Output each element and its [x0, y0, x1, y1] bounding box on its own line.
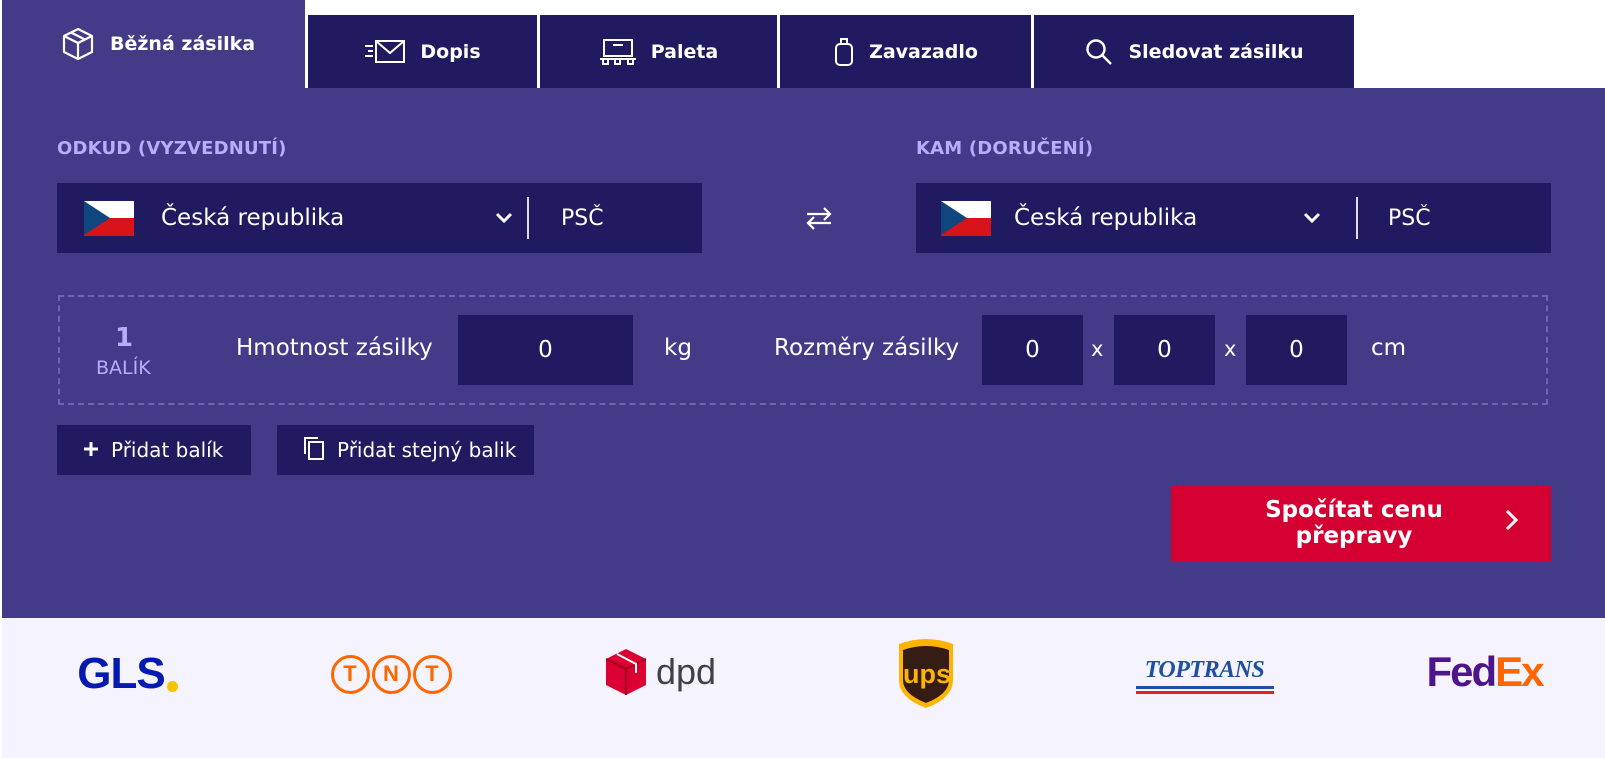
to-country-select[interactable]: Česká republika	[916, 183, 1356, 253]
from-zip-input[interactable]: PSČ	[529, 183, 702, 253]
add-package-label: Přidat balík	[111, 438, 224, 462]
tab-label: Paleta	[650, 40, 719, 63]
tnt-logo: T N T	[330, 651, 452, 697]
luggage-icon	[833, 37, 855, 67]
add-package-button[interactable]: Přidat balík	[57, 425, 251, 475]
toptrans-logo: TOPTRANS	[1132, 654, 1277, 696]
width-input[interactable]	[1114, 315, 1215, 385]
calculate-price-button[interactable]: Spočítat cenu přepravy	[1171, 485, 1551, 561]
to-zip-placeholder: PSČ	[1388, 205, 1431, 231]
divider	[1356, 197, 1358, 239]
gls-logo: GLS	[70, 646, 185, 702]
length-input[interactable]	[982, 315, 1083, 385]
dimensions-label: Rozměry zásilky	[774, 335, 960, 361]
tab-letter[interactable]: Dopis	[308, 15, 537, 88]
czech-flag-icon	[941, 200, 991, 236]
package-type: BALÍK	[96, 357, 151, 379]
carrier-logos: GLS T N T dpd ups TOPTRANS Fed Ex	[2, 618, 1605, 758]
dimension-separator: x	[1224, 337, 1237, 361]
tab-label: Běžná zásilka	[110, 33, 256, 55]
tab-pallet[interactable]: Paleta	[540, 15, 777, 88]
swap-arrows-icon	[805, 207, 833, 234]
to-location: Česká republika PSČ	[916, 183, 1551, 253]
package-number: 1	[115, 323, 134, 353]
czech-flag-icon	[84, 200, 134, 236]
dpd-logo: dpd	[600, 644, 720, 700]
weight-label: Hmotnost zásilky	[236, 335, 433, 361]
package-row: 1 BALÍK Hmotnost zásilky kg Rozměry zási…	[58, 295, 1548, 405]
from-label: ODKUD (VYZVEDNUTÍ)	[57, 138, 287, 159]
to-zip-input[interactable]: PSČ	[1358, 183, 1551, 253]
tab-standard-shipment[interactable]: Běžná zásilka	[2, 0, 305, 88]
divider	[527, 197, 529, 239]
box-icon	[60, 26, 96, 62]
pallet-icon	[599, 38, 637, 66]
from-zip-placeholder: PSČ	[561, 205, 604, 231]
envelope-icon	[364, 39, 406, 65]
weight-input[interactable]	[458, 315, 633, 385]
swap-direction-button[interactable]	[805, 206, 833, 234]
to-label: KAM (DORUČENÍ)	[916, 138, 1094, 159]
dimensions-unit: cm	[1371, 335, 1407, 361]
weight-unit: kg	[664, 335, 692, 361]
shipment-form: ODKUD (VYZVEDNUTÍ) Česká republika PSČ K…	[2, 88, 1605, 618]
calculate-price-label: Spočítat cenu přepravy	[1265, 497, 1443, 549]
chevron-down-icon	[1303, 209, 1321, 228]
copy-icon	[303, 436, 325, 465]
tab-label: Dopis	[420, 40, 481, 63]
chevron-right-icon	[1504, 509, 1519, 537]
tab-luggage[interactable]: Zavazadlo	[780, 15, 1031, 88]
from-country-select[interactable]: Česká republika	[57, 183, 527, 253]
to-country-value: Česká republika	[1014, 205, 1198, 231]
fedex-logo: Fed Ex	[1426, 648, 1544, 695]
magnifier-icon	[1084, 37, 1114, 67]
dpd-cube-icon	[605, 649, 647, 695]
from-location: Česká republika PSČ	[57, 183, 702, 253]
tab-label: Zavazadlo	[869, 40, 978, 63]
dimension-separator: x	[1091, 337, 1104, 361]
tab-label: Sledovat zásilku	[1128, 40, 1304, 63]
service-tabs: Běžná zásilka Dopis Paleta Zavazadlo Sle…	[0, 0, 1605, 88]
add-same-package-button[interactable]: Přidat stejný balik	[277, 425, 534, 475]
chevron-down-icon	[495, 209, 513, 228]
plus-icon	[83, 438, 99, 462]
ups-logo: ups	[895, 638, 959, 710]
from-country-value: Česká republika	[161, 205, 345, 231]
height-input[interactable]	[1246, 315, 1347, 385]
add-same-package-label: Přidat stejný balik	[337, 438, 517, 462]
tab-track-shipment[interactable]: Sledovat zásilku	[1034, 15, 1354, 88]
